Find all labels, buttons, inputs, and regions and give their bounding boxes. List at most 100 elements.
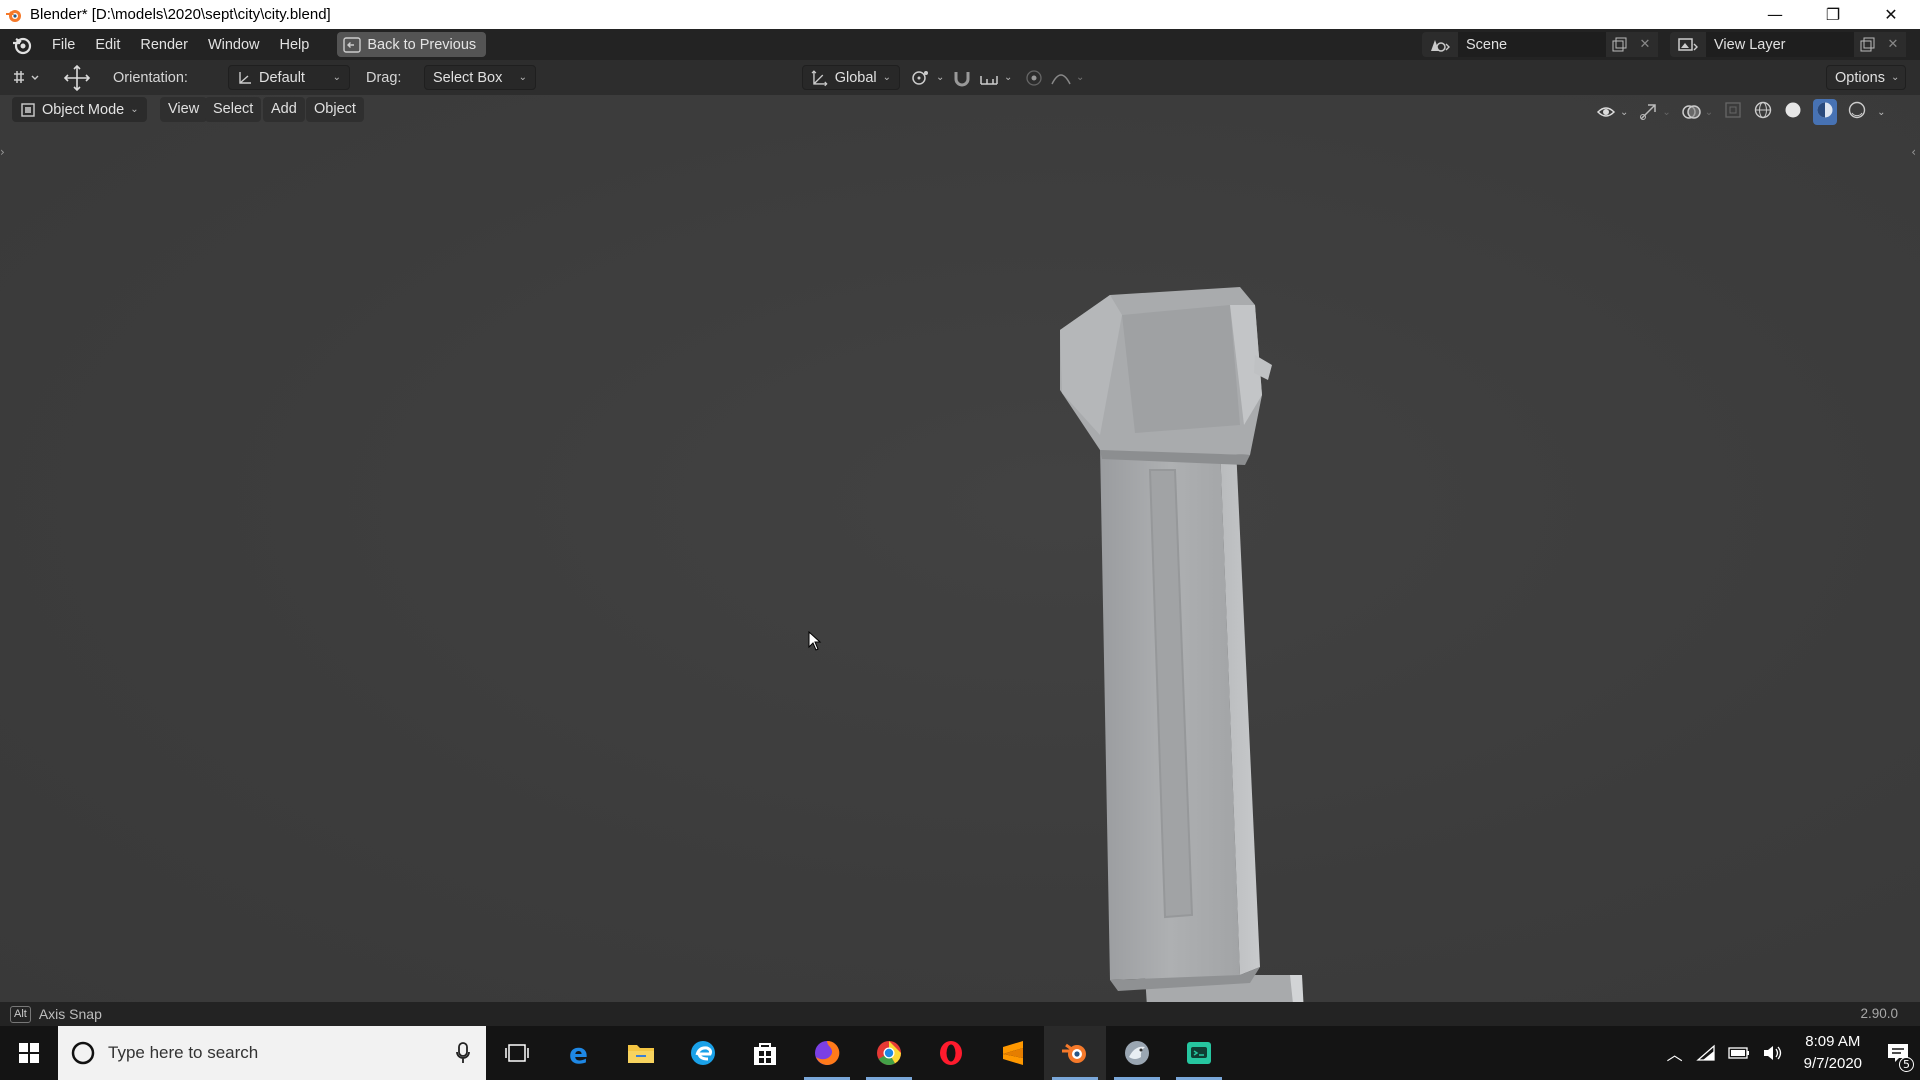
axis-snap-hint: Axis Snap [38,1006,102,1022]
object-mode-dropdown[interactable]: Object Mode ⌄ [12,97,147,122]
menu-render[interactable]: Render [130,32,198,58]
clock-date: 9/7/2020 [1803,1055,1862,1072]
show-hidden-icons-chevron-up-icon[interactable]: ︿ [1660,1041,1690,1065]
taskbar-search-box[interactable]: Type here to search [58,1026,486,1080]
taskbar-bird-app[interactable] [1106,1026,1168,1080]
notification-count-badge: 5 [1899,1057,1914,1072]
wireframe-shading-icon[interactable] [1753,100,1773,124]
new-view-layer-button[interactable] [1854,32,1880,57]
chevron-down-icon: ⌄ [332,72,341,83]
delete-scene-button[interactable]: ✕ [1632,32,1658,57]
sidebar-expand-arrow-icon[interactable]: ‹ [1911,145,1916,159]
chevron-down-icon: ⌄ [518,72,527,83]
menu-file[interactable]: File [42,32,85,58]
blender-menu-icon[interactable] [10,33,34,57]
viewport-menu-select[interactable]: Select [205,97,262,122]
restore-button[interactable]: ❐ [1804,0,1862,29]
x-icon: ✕ [1887,37,1899,52]
task-view-button[interactable] [486,1026,548,1080]
pivot-point-dropdown[interactable]: ⌄ [910,65,944,90]
taskbar-file-explorer[interactable] [610,1026,672,1080]
delete-view-layer-button[interactable]: ✕ [1880,32,1906,57]
microphone-icon[interactable] [456,1042,470,1064]
overlays-icon[interactable]: ⌄ [1681,102,1713,122]
taskbar-opera[interactable] [920,1026,982,1080]
taskbar-store[interactable] [734,1026,796,1080]
transform-orientation-value: Global [834,69,877,86]
proportional-falloff-dropdown[interactable]: ⌄ [1050,65,1084,90]
blender-version: 2.90.0 [1860,1006,1898,1021]
scene-name-field[interactable]: Scene [1458,32,1606,57]
taskbar-blender[interactable] [1044,1026,1106,1080]
viewport-menu-add[interactable]: Add [263,97,305,122]
minimize-button[interactable]: — [1746,0,1804,29]
close-icon: ✕ [1884,5,1898,24]
taskbar-clock[interactable]: 8:09 AM 9/7/2020 [1804,1031,1862,1075]
solid-shading-icon[interactable] [1783,100,1803,124]
options-label: Options [1835,69,1885,86]
viewport-menu-view[interactable]: View [160,97,208,122]
minimize-icon: — [1767,5,1783,24]
rendered-shading-icon[interactable] [1847,100,1867,124]
snap-increment-icon [980,75,998,85]
scene-name: Scene [1466,36,1508,53]
view-layer-browse-button[interactable] [1670,32,1706,57]
battery-icon[interactable] [1727,1046,1750,1060]
new-scene-button[interactable] [1606,32,1632,57]
taskbar-firefox[interactable] [796,1026,858,1080]
scene-browse-button[interactable] [1422,32,1458,57]
options-dropdown[interactable]: Options ⌄ [1826,65,1906,90]
start-button[interactable] [0,1026,58,1080]
global-axes-icon [811,69,828,86]
blender-taskbar-icon [1062,1043,1086,1063]
internet-explorer-icon: e [569,1039,588,1067]
proportional-edit-icon [1026,69,1042,86]
action-center-button[interactable]: 5 [1876,1026,1920,1080]
taskbar-terminal-app[interactable] [1168,1026,1230,1080]
viewport-menu-object[interactable]: Object [306,97,364,122]
blender-topbar: File Edit Render Window Help Back to Pre… [0,29,1920,60]
duplicate-icon [1612,37,1627,51]
gizmo-icon[interactable]: ⌄ [1638,102,1671,122]
sublime-text-icon [1003,1041,1023,1065]
snap-toggle[interactable] [952,65,972,90]
transform-orientation-dropdown[interactable]: Global ⌄ [802,65,900,90]
menu-window[interactable]: Window [198,32,270,58]
orientation-dropdown[interactable]: Default ⌄ [228,65,350,90]
volume-speaker-icon[interactable] [1762,1044,1784,1062]
alt-key-badge: Alt [10,1005,31,1023]
network-wifi-icon[interactable] [1695,1044,1716,1062]
terminal-app-icon [1187,1042,1211,1064]
status-bar: Alt Axis Snap 2.90.0 [0,1002,1920,1026]
shading-options-chevron-icon[interactable]: ⌄ [1877,107,1885,118]
object-mode-icon [21,102,35,117]
close-button[interactable]: ✕ [1862,0,1920,29]
taskbar-edge[interactable] [672,1026,734,1080]
drag-dropdown[interactable]: Select Box ⌄ [424,65,536,90]
3d-model-object[interactable] [1040,275,1340,1065]
windows-logo-icon [19,1043,39,1063]
view-layer-name-field[interactable]: View Layer [1706,32,1854,57]
xray-toggle-icon[interactable] [1723,100,1743,124]
taskbar-chrome[interactable] [858,1026,920,1080]
transform-tool-button[interactable] [62,64,92,91]
back-screen-icon [343,36,362,53]
restore-icon: ❐ [1825,5,1841,24]
opera-icon [940,1041,962,1065]
scene-selector: Scene ✕ View Layer ✕ [1422,32,1906,57]
snap-target-dropdown[interactable]: ⌄ [978,65,1012,90]
chevron-down-icon: ⌄ [936,72,945,83]
material-preview-shading-icon[interactable] [1813,99,1838,125]
3d-viewport[interactable]: › ‹ [0,95,1920,1055]
taskbar-internet-explorer[interactable]: e [548,1026,610,1080]
menu-edit[interactable]: Edit [85,32,130,58]
editor-type-button[interactable] [10,65,44,90]
proportional-editing-toggle[interactable] [1024,65,1044,90]
toolbar-expand-arrow-icon[interactable]: › [0,145,5,159]
back-to-previous-button[interactable]: Back to Previous [337,32,487,57]
mouse-cursor-icon [808,631,822,651]
visibility-eye-icon[interactable]: ⌄ [1596,102,1628,122]
taskbar-sublime-text[interactable] [982,1026,1044,1080]
menu-help[interactable]: Help [270,32,320,58]
task-view-icon [505,1044,529,1062]
